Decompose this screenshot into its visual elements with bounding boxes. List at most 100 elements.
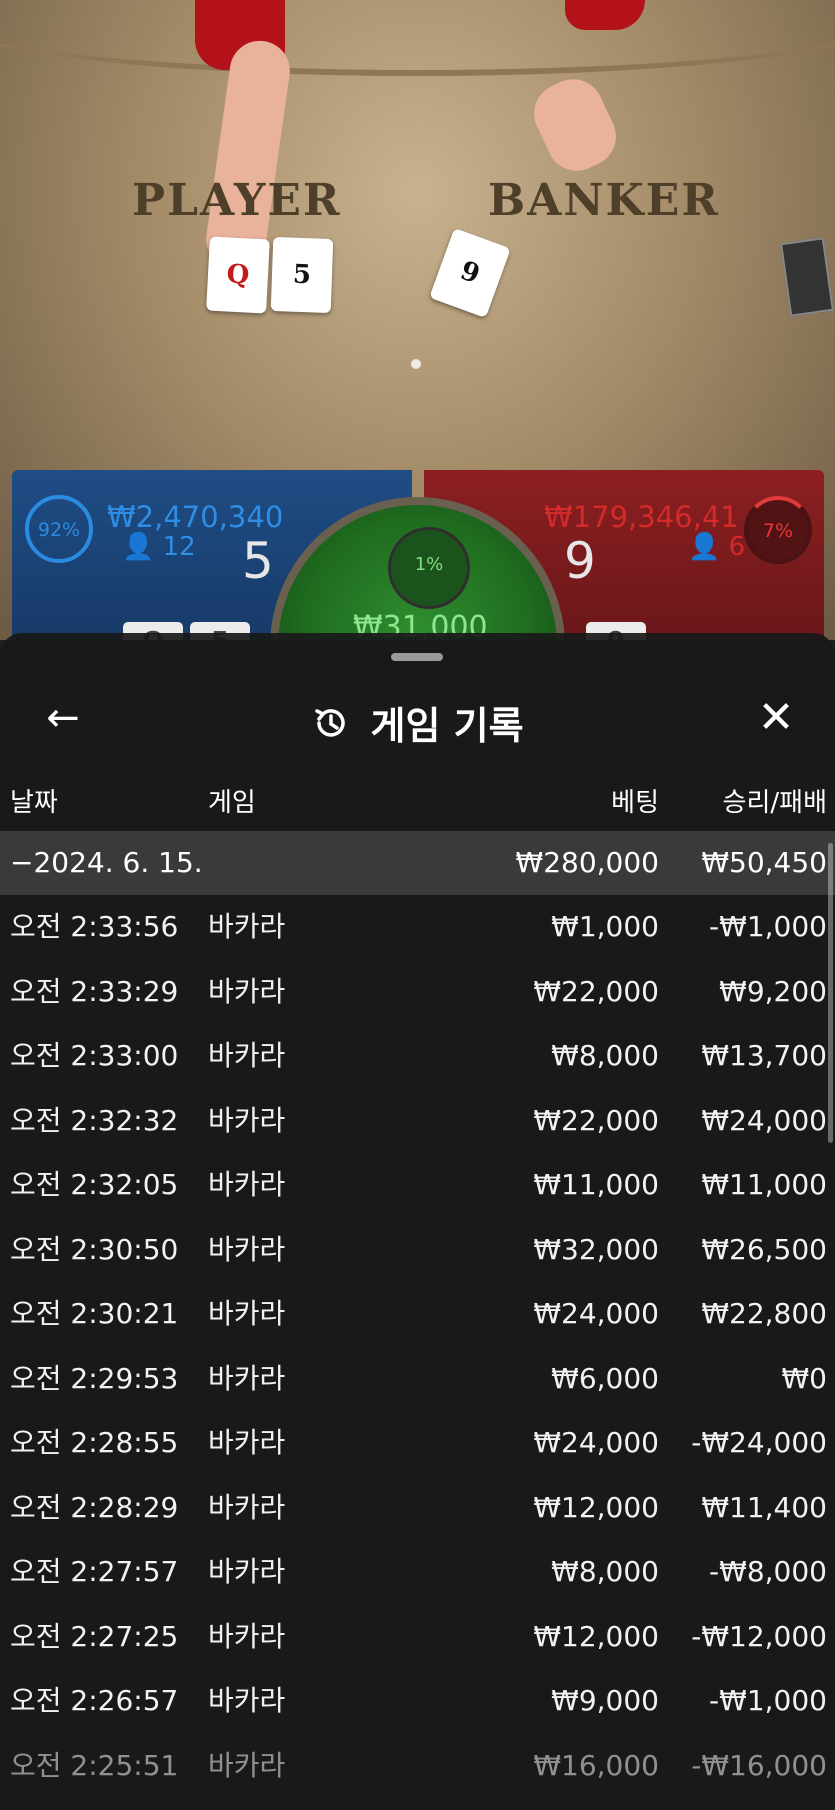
row-result: ₩22,800 (701, 1297, 827, 1330)
row-bet: ₩16,000 (533, 1748, 659, 1782)
row-time: 오전 2:33:56 (10, 910, 179, 943)
row-game: 바카라 (208, 1232, 286, 1266)
history-row[interactable]: 오전 2:33:29 바카라 ₩22,000 ₩9,200 (0, 960, 835, 1025)
row-time: 오전 2:33:29 (10, 974, 179, 1008)
row-bet: ₩11,000 (533, 1168, 659, 1201)
history-row[interactable]: 오전 2:25:51 바카라 ₩16,000 -₩16,000 (0, 1734, 835, 1799)
history-row[interactable]: 오전 2:32:05 바카라 ₩11,000 ₩11,000 (0, 1153, 835, 1218)
row-game: 바카라 (208, 1619, 286, 1653)
row-time: 오전 2:27:25 (10, 1619, 179, 1653)
game-history-sheet: ← 게임 기록 ✕ 날짜 게임 베팅 승리/패배 −2024. 6. 15. ₩… (0, 633, 835, 1810)
player-score: 5 (242, 532, 274, 590)
row-time: 오전 2:29:53 (10, 1361, 179, 1395)
row-time: 오전 2:33:00 (10, 1039, 179, 1072)
history-row[interactable]: 오전 2:30:50 바카라 ₩32,000 ₩26,500 (0, 1218, 835, 1283)
row-game: 바카라 (208, 1361, 286, 1395)
player-user-count-value: 12 (162, 532, 196, 562)
row-game: 바카라 (208, 1490, 286, 1524)
history-row[interactable]: 오전 2:32:32 바카라 ₩22,000 ₩24,000 (0, 1089, 835, 1154)
row-game: 바카라 (208, 1555, 286, 1588)
sheet-drag-handle[interactable] (391, 653, 443, 661)
row-result: ₩24,000 (701, 1103, 827, 1137)
row-result: -₩24,000 (691, 1426, 827, 1459)
row-game: 바카라 (208, 910, 286, 943)
sheet-title: 게임 기록 (0, 695, 835, 750)
row-game: 바카라 (208, 974, 286, 1008)
column-header-bet: 베팅 (611, 788, 659, 818)
user-icon: 👤 (122, 532, 155, 562)
history-row[interactable]: 오전 2:33:56 바카라 ₩1,000 -₩1,000 (0, 895, 835, 960)
history-row[interactable]: 오전 2:30:21 바카라 ₩24,000 ₩22,800 (0, 1282, 835, 1347)
history-row[interactable]: 오전 2:27:25 바카라 ₩12,000 -₩12,000 (0, 1605, 835, 1670)
row-bet: ₩24,000 (533, 1297, 659, 1330)
row-time: 오전 2:26:57 (10, 1684, 179, 1717)
history-icon (315, 708, 346, 737)
row-bet: ₩22,000 (533, 974, 659, 1008)
row-result: -₩1,000 (709, 1684, 827, 1717)
row-bet: ₩32,000 (533, 1232, 659, 1266)
row-time: 오전 2:25:51 (10, 1748, 179, 1782)
row-time: 오전 2:30:50 (10, 1232, 179, 1266)
banker-score: 9 (564, 532, 596, 590)
column-header-game: 게임 (208, 788, 256, 818)
row-result: ₩26,500 (701, 1232, 827, 1266)
row-bet: ₩12,000 (533, 1619, 659, 1653)
player-total-amount: ₩2,470,340 (107, 500, 284, 534)
row-game: 바카라 (208, 1426, 286, 1459)
sheet-header: ← 게임 기록 ✕ (0, 673, 835, 763)
date-group-result-total: ₩50,450 (701, 846, 827, 879)
row-game: 바카라 (208, 1168, 286, 1201)
row-game: 바카라 (208, 1103, 286, 1137)
player-user-count: 👤 12 (122, 532, 196, 562)
date-group-row[interactable]: −2024. 6. 15. ₩280,000 ₩50,450 (0, 831, 835, 895)
row-result: ₩11,400 (701, 1490, 827, 1524)
dealer-hand-right (524, 69, 626, 181)
row-result: ₩0 (781, 1361, 828, 1395)
close-button[interactable]: ✕ (751, 693, 801, 743)
table-dot (411, 359, 421, 369)
banker-user-count-value: 6 (728, 532, 746, 562)
row-game: 바카라 (208, 1684, 286, 1717)
row-time: 오전 2:32:32 (10, 1103, 179, 1137)
row-bet: ₩1,000 (551, 910, 659, 943)
row-result: -₩1,000 (709, 910, 827, 943)
row-game: 바카라 (208, 1039, 286, 1072)
row-result: -₩16,000 (691, 1748, 827, 1782)
row-bet: ₩9,000 (551, 1684, 659, 1717)
history-row[interactable]: 오전 2:29:53 바카라 ₩6,000 ₩0 (0, 1347, 835, 1412)
history-row[interactable]: 오전 2:28:29 바카라 ₩12,000 ₩11,400 (0, 1476, 835, 1541)
sheet-title-text: 게임 기록 (370, 704, 524, 748)
row-result: ₩11,000 (701, 1168, 827, 1201)
banker-user-count: 👤 6 (688, 532, 745, 562)
history-row[interactable]: 오전 2:33:00 바카라 ₩8,000 ₩13,700 (0, 1024, 835, 1089)
row-bet: ₩8,000 (551, 1039, 659, 1072)
banker-card-1: 9 (429, 227, 511, 319)
row-result: -₩12,000 (691, 1619, 827, 1653)
player-zone-label: PLAYER (132, 175, 342, 226)
player-card-1: Q (206, 236, 270, 314)
row-time: 오전 2:28:29 (10, 1490, 179, 1524)
row-result: ₩13,700 (701, 1039, 827, 1072)
column-header-result: 승리/패배 (722, 788, 827, 818)
row-bet: ₩22,000 (533, 1103, 659, 1137)
column-header-date: 날짜 (10, 788, 58, 818)
history-row[interactable]: 오전 2:28:55 바카라 ₩24,000 -₩24,000 (0, 1411, 835, 1476)
table-rim (0, 0, 835, 76)
tie-percent: 1% (388, 527, 470, 609)
row-time: 오전 2:32:05 (10, 1168, 179, 1201)
date-group-bet-total: ₩280,000 (515, 846, 659, 879)
close-icon: ✕ (757, 692, 795, 743)
history-scrollbar[interactable] (828, 843, 833, 1143)
history-row[interactable]: 오전 2:26:57 바카라 ₩9,000 -₩1,000 (0, 1669, 835, 1734)
row-game: 바카라 (208, 1748, 286, 1782)
row-result: -₩8,000 (709, 1555, 827, 1588)
player-card-2: 5 (270, 236, 334, 314)
history-list: 오전 2:33:56 바카라 ₩1,000 -₩1,000 오전 2:33:29 바카라… (0, 895, 835, 1798)
history-row[interactable]: 오전 2:27:57 바카라 ₩8,000 -₩8,000 (0, 1540, 835, 1605)
user-icon: 👤 (688, 532, 721, 562)
banker-total-amount: ₩179,346,41 (544, 500, 739, 534)
date-group-date: −2024. 6. 15. (10, 846, 203, 879)
banker-percent-ring: 7% (744, 496, 812, 564)
row-result: ₩9,200 (719, 974, 827, 1008)
row-game: 바카라 (208, 1297, 286, 1330)
